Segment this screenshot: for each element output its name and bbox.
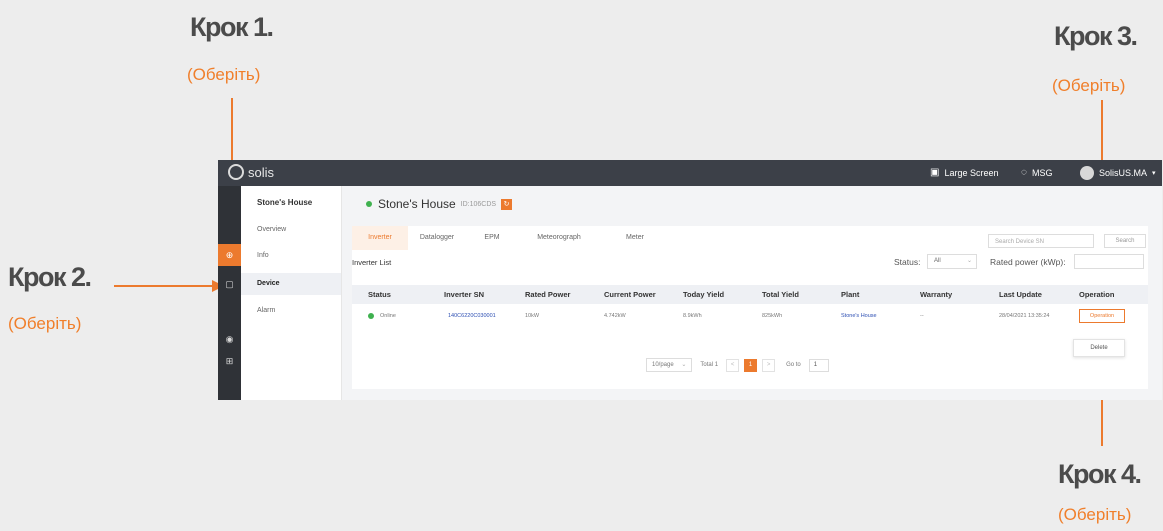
logo-ring-icon [228,164,244,180]
total-count: Total 1 [700,362,719,368]
chevron-down-icon: ⌄ [966,258,972,264]
avatar [1080,166,1094,180]
next-page-button[interactable]: > [762,358,776,372]
col-status: Status [368,290,391,299]
goto-label: Go to [786,362,801,368]
per-page-select[interactable]: 10/page ⌄ [646,358,693,372]
col-rated-power: Rated Power [525,290,571,299]
submenu-title: Stone's House [257,198,313,207]
col-last-update: Last Update [999,290,1042,299]
row-total-yield: 825kWh [762,313,783,319]
status-filter-select[interactable]: All ⌄ [927,254,977,269]
sidebar-plant-button[interactable]: ⊕ [218,244,241,266]
app-screenshot: solis ▣ Large Screen ◌ MSG SolisUS.MA ▾ … [218,160,1162,400]
rated-power-label: Rated power (kWp): [990,257,1066,267]
search-device-input[interactable]: Search Device SN [988,234,1094,248]
submenu-item-overview[interactable]: Overview [241,219,341,241]
plant-name: Stone's House [378,197,456,211]
chat-icon: ◌ [1021,167,1027,178]
row-plant[interactable]: Stone's House [841,304,877,328]
pagination: 10/page ⌄ Total 1 < 1 > Go to 1 [646,358,829,372]
row-rated-power: 10kW [525,313,540,319]
tab-meter[interactable]: Meter [600,226,670,250]
row-warranty: -- [920,313,924,319]
goto-input[interactable]: 1 [808,358,829,372]
tab-datalogger[interactable]: Datalogger [408,226,466,250]
submenu-item-alarm[interactable]: Alarm [241,300,341,322]
row-today-yield: 8.9kWh [683,313,702,319]
submenu-item-info[interactable]: Info [241,245,341,267]
col-warranty: Warranty [920,290,953,299]
inverter-list-title: Inverter List [352,258,392,267]
logo-text: solis [248,164,275,180]
step2-arrow-line [114,285,214,287]
status-filter-value: All [934,258,941,264]
col-total-yield: Total Yield [762,290,799,299]
sidebar-device-button[interactable]: ▢ [218,273,241,295]
table-header: Status Inverter SN Rated Power Current P… [352,285,1148,304]
page-title: Stone's House ID:106CDS ↻ [366,197,513,211]
device-card: Inverter Datalogger EPM Meteorograph Met… [352,226,1148,389]
tab-epm[interactable]: EPM [466,226,518,250]
prev-page-button[interactable]: < [726,358,740,372]
plant-id: ID:106CDS [460,200,497,208]
device-icon: ▢ [225,278,234,289]
chevron-down-icon: ▾ [1152,170,1156,177]
tab-meteorograph[interactable]: Meteorograph [518,226,600,250]
row-current-power: 4.742kW [604,313,626,319]
step4-label: Крок 4. [1058,459,1142,489]
plant-icon: ⊕ [225,249,234,260]
sidebar-grid-button[interactable]: ⊞ [218,350,241,372]
per-page-value: 10/page [652,362,674,368]
solis-logo[interactable]: solis [228,164,274,180]
row-status: Online [368,304,396,328]
user-menu[interactable]: SolisUS.MA ▾ [1080,166,1156,180]
row-last-update: 28/04/2021 13:35:24 [999,313,1050,319]
operation-button[interactable]: Operation [1079,309,1125,323]
refresh-icon[interactable]: ↻ [501,198,513,210]
step1-sub: (Оберіть) [187,65,261,84]
online-dot-icon [366,201,372,207]
rated-power-input[interactable] [1074,254,1144,269]
sidebar-eye-button[interactable]: ◉ [218,328,241,350]
step3-label: Крок 3. [1054,21,1138,51]
large-screen-label: Large Screen [944,167,999,178]
status-filter-label: Status: [894,257,921,267]
top-bar: solis ▣ Large Screen ◌ MSG SolisUS.MA ▾ [218,160,1162,186]
table-row[interactable]: Online 140C6220C030001 10kW 4.742kW 8.9k… [352,304,1148,328]
col-plant: Plant [841,290,860,299]
delete-menu-item[interactable]: Delete [1073,339,1125,357]
row-inverter-sn[interactable]: 140C6220C030001 [448,304,496,328]
submenu-item-device[interactable]: Device [241,273,341,295]
screen-icon: ▣ [930,167,940,178]
row-status-text: Online [380,313,396,319]
eye-icon: ◉ [225,333,234,344]
search-button[interactable]: Search [1104,234,1146,248]
msg-button[interactable]: ◌ MSG [1021,167,1052,178]
step2-label: Крок 2. [8,262,92,292]
col-today-yield: Today Yield [683,290,725,299]
step4-sub: (Оберіть) [1058,505,1132,524]
step3-sub: (Оберіть) [1052,76,1126,95]
col-inverter-sn: Inverter SN [444,290,485,299]
grid-icon: ⊞ [225,355,234,366]
step2-sub: (Оберіть) [8,314,82,333]
step1-label: Крок 1. [190,12,274,42]
device-tabs: Inverter Datalogger EPM Meteorograph Met… [352,226,1148,250]
icon-sidebar: ⊕ ▢ ◉ ⊞ [218,186,241,400]
step4-arrow-line [1101,398,1103,446]
online-status-icon [368,312,374,319]
large-screen-button[interactable]: ▣ Large Screen [930,167,999,178]
user-name: SolisUS.MA [1099,168,1148,178]
col-operation: Operation [1079,290,1115,299]
plant-submenu: Stone's House Overview Info Device Alarm [241,186,342,400]
page-1-button[interactable]: 1 [744,358,758,372]
msg-label: MSG [1031,167,1053,178]
col-current-power: Current Power [604,290,656,299]
chevron-down-icon: ⌄ [681,362,687,368]
tab-inverter[interactable]: Inverter [352,226,408,250]
